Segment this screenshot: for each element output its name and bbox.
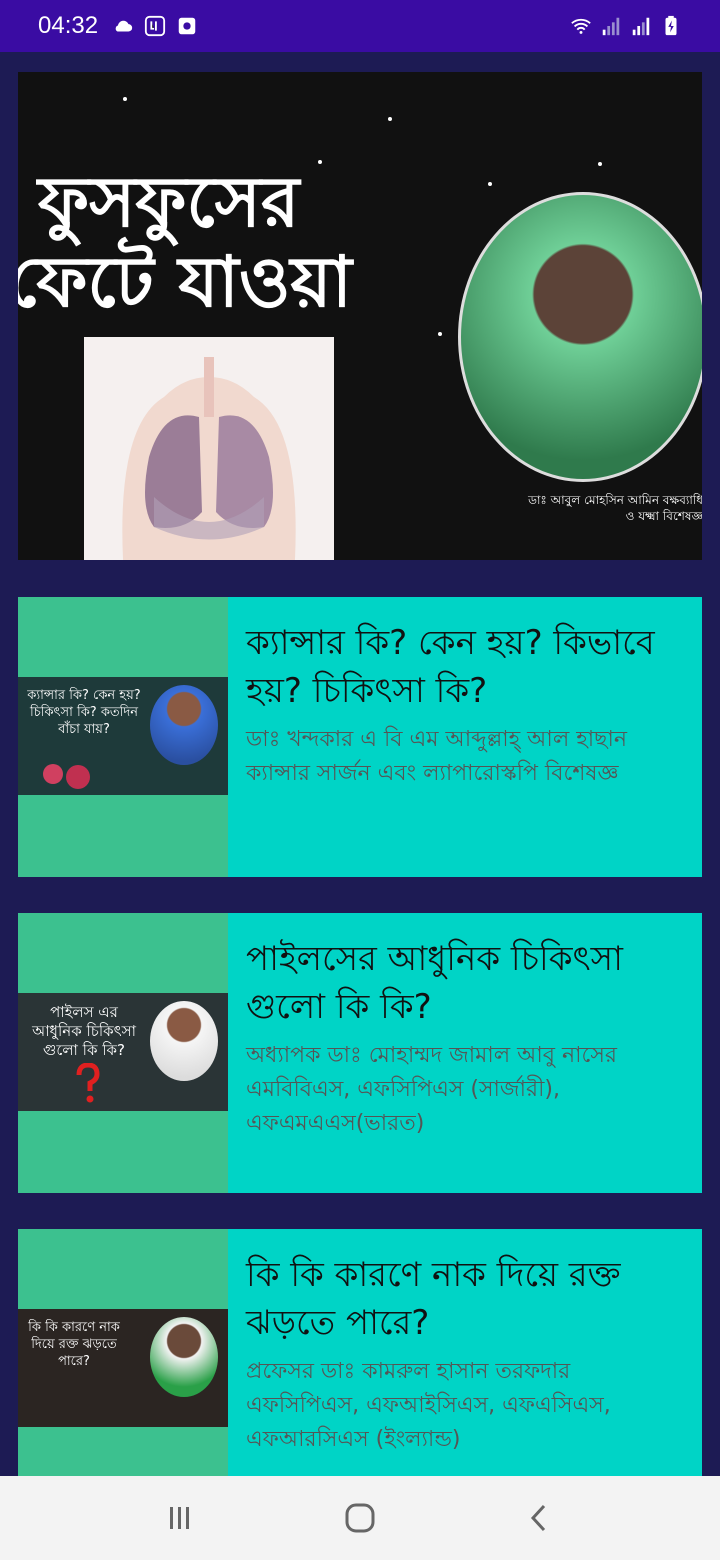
card-body: পাইলসের আধুনিক চিকিৎসা গুলো কি কি? অধ্যা… xyxy=(228,913,702,1193)
recent-apps-icon xyxy=(170,1507,189,1529)
question-mark-icon xyxy=(76,1063,100,1103)
star-decoration xyxy=(123,97,127,101)
signal-icon-1 xyxy=(602,17,620,36)
article-card[interactable]: কি কি কারণে নাক দিয়ে রক্ত ঝড়তে পারে? ক… xyxy=(18,1229,702,1476)
card-thumbnail: কি কি কারণে নাক দিয়ে রক্ত ঝড়তে পারে? xyxy=(18,1309,228,1427)
doctor-thumbnail xyxy=(150,1317,218,1397)
card-title: ক্যান্সার কি? কেন হয়? কিভাবে হয়? চিকিৎ… xyxy=(246,623,655,711)
screenshot-icon xyxy=(178,17,196,35)
home-button[interactable] xyxy=(340,1498,380,1538)
cloud-icon xyxy=(115,20,133,32)
thumbnail-text: কি কি কারণে নাক দিয়ে রক্ত ঝড়তে পারে? xyxy=(28,1320,120,1369)
notification-icons xyxy=(112,15,198,37)
hero-title: ফুসফুসের ফেটে যাওয়া xyxy=(18,162,438,322)
card-thumbnail-area: কি কি কারণে নাক দিয়ে রক্ত ঝড়তে পারে? xyxy=(18,1229,228,1476)
star-decoration xyxy=(438,332,442,336)
hero-banner[interactable]: ফুসফুসের ফেটে যাওয়া ডাঃ আবুল মোহসিন আমি… xyxy=(18,72,702,560)
navigation-bar xyxy=(0,1476,720,1560)
doctor-thumbnail xyxy=(150,1001,218,1081)
article-card[interactable]: পাইলস এর আধুনিক চিকিৎসা গুলো কি কি? পাইল… xyxy=(18,913,702,1193)
article-card[interactable]: ক্যান্সার কি? কেন হয়? চিকিৎসা কি? কতদিন… xyxy=(18,597,702,877)
back-icon xyxy=(530,1504,546,1532)
star-decoration xyxy=(488,182,492,186)
card-title: পাইলসের আধুনিক চিকিৎসা গুলো কি কি? xyxy=(246,939,624,1027)
wifi-icon xyxy=(571,18,591,34)
back-button[interactable] xyxy=(520,1498,560,1538)
recent-apps-button[interactable] xyxy=(160,1498,200,1538)
system-icons xyxy=(570,15,682,37)
card-thumbnail: পাইলস এর আধুনিক চিকিৎসা গুলো কি কি? xyxy=(18,993,228,1111)
card-title: কি কি কারণে নাক দিয়ে রক্ত ঝড়তে পারে? xyxy=(246,1255,621,1343)
card-body: ক্যান্সার কি? কেন হয়? কিভাবে হয়? চিকিৎ… xyxy=(228,597,702,877)
signal-icon-2 xyxy=(632,17,650,36)
app-notification-icon xyxy=(144,15,166,37)
hero-title-line2: ফেটে যাওয়া xyxy=(18,240,352,323)
card-description: অধ্যাপক ডাঃ মোহাম্মদ জামাল আবু নাসের এমব… xyxy=(246,1043,618,1136)
hero-caption: ডাঃ আবুল মোহসিন আমিন বক্ষব্যাধি ও যক্ষ্ম… xyxy=(528,493,702,523)
thumbnail-text: পাইলস এর আধুনিক চিকিৎসা গুলো কি কি? xyxy=(32,1003,136,1059)
cell-decoration-icon xyxy=(43,764,90,789)
card-body: কি কি কারণে নাক দিয়ে রক্ত ঝড়তে পারে? প… xyxy=(228,1229,702,1476)
doctor-portrait xyxy=(458,192,702,482)
status-time: 04:32 xyxy=(38,12,99,39)
content-list[interactable]: ফুসফুসের ফেটে যাওয়া ডাঃ আবুল মোহসিন আমি… xyxy=(0,52,720,1476)
card-thumbnail: ক্যান্সার কি? কেন হয়? চিকিৎসা কি? কতদিন… xyxy=(18,677,228,795)
star-decoration xyxy=(598,162,602,166)
card-thumbnail-area: পাইলস এর আধুনিক চিকিৎসা গুলো কি কি? xyxy=(18,913,228,1193)
card-description: প্রফেসর ডাঃ কামরুল হাসান তরফদার এফসিপিএস… xyxy=(246,1359,611,1452)
battery-charging-icon xyxy=(665,15,677,36)
card-description: ডাঃ খন্দকার এ বি এম আব্দুল্লাহ্ আল হাছান… xyxy=(246,727,627,786)
lungs-illustration xyxy=(84,337,334,560)
card-thumbnail-area: ক্যান্সার কি? কেন হয়? চিকিৎসা কি? কতদিন… xyxy=(18,597,228,877)
lungs-icon xyxy=(122,357,296,560)
status-bar: 04:32 xyxy=(0,0,720,52)
star-decoration xyxy=(388,117,392,121)
doctor-thumbnail xyxy=(150,685,218,765)
thumbnail-text: ক্যান্সার কি? কেন হয়? চিকিৎসা কি? কতদিন… xyxy=(27,688,141,737)
hero-title-line1: ফুসফুসের xyxy=(38,160,300,243)
home-icon xyxy=(345,1503,375,1533)
